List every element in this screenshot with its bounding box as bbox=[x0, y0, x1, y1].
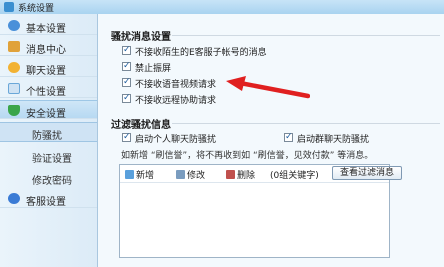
sidebar-item-label: 基本设置 bbox=[26, 24, 66, 35]
option-label: 不接收语音视频请求 bbox=[135, 80, 217, 90]
option-label: 启动个人聊天防骚扰 bbox=[135, 135, 217, 145]
app-icon bbox=[4, 2, 14, 12]
profile-icon bbox=[8, 83, 20, 94]
shield-icon bbox=[8, 105, 20, 116]
window-title: 系统设置 bbox=[18, 4, 55, 14]
option-label: 启动群聊天防骚扰 bbox=[297, 135, 370, 145]
section-title-harassment: 骚扰消息设置 bbox=[111, 32, 171, 43]
sidebar-item-label: 个性设置 bbox=[26, 87, 66, 98]
red-arrow-annotation bbox=[226, 76, 310, 99]
checkbox-block-shake[interactable]: ✓ bbox=[122, 62, 131, 71]
checkbox-block-stranger[interactable]: ✓ bbox=[122, 46, 131, 55]
checkbox-block-av[interactable]: ✓ bbox=[122, 78, 131, 87]
checkbox-personal-filter[interactable]: ✓ bbox=[122, 133, 131, 142]
delete-icon bbox=[226, 170, 235, 179]
sidebar-item-label: 聊天设置 bbox=[26, 66, 66, 77]
add-icon bbox=[125, 170, 134, 179]
settings-icon bbox=[8, 20, 20, 31]
option-label: 不接收远程协助请求 bbox=[135, 96, 217, 106]
sidebar-item-label: 消息中心 bbox=[26, 45, 66, 56]
divider bbox=[172, 123, 440, 124]
sidebar-item-messages[interactable]: 消息中心 bbox=[0, 37, 97, 56]
sidebar-subitem-verification[interactable]: 验证设置 bbox=[0, 146, 97, 166]
sidebar-item-security[interactable]: 安全设置 bbox=[0, 100, 97, 120]
chat-icon bbox=[8, 62, 20, 73]
option-label: 禁止振屏 bbox=[135, 64, 172, 74]
sidebar-item-service[interactable]: 客服设置 bbox=[0, 189, 97, 208]
option-label: 不接收陌生的E客服子帐号的消息 bbox=[135, 48, 267, 58]
view-filtered-messages-button[interactable]: 查看过滤消息 bbox=[332, 166, 402, 180]
edit-icon bbox=[176, 170, 185, 179]
checkbox-group-filter[interactable]: ✓ bbox=[284, 133, 293, 142]
divider bbox=[172, 35, 440, 36]
keyword-count: (0组关键字) bbox=[270, 171, 319, 181]
sidebar: 基本设置 消息中心 聊天设置 个性设置 安全设置 防骚扰 验证设置 修改密码 客… bbox=[0, 14, 98, 267]
section-title-filter: 过滤骚扰信息 bbox=[111, 120, 171, 131]
checkbox-block-remote[interactable]: ✓ bbox=[122, 94, 131, 103]
edit-keyword-button[interactable]: 修改 bbox=[176, 168, 205, 181]
delete-keyword-button[interactable]: 删除 bbox=[226, 168, 255, 181]
mail-icon bbox=[8, 41, 20, 52]
filter-note: 如新增 “刷信誉”，将不再收到如 “刷信誉，见效付款” 等消息。 bbox=[121, 151, 374, 161]
sidebar-item-basic[interactable]: 基本设置 bbox=[0, 16, 97, 35]
sidebar-item-label: 客服设置 bbox=[26, 197, 66, 208]
sidebar-item-chat[interactable]: 聊天设置 bbox=[0, 58, 97, 77]
sidebar-subitem-anti-harassment[interactable]: 防骚扰 bbox=[0, 122, 97, 142]
service-icon bbox=[8, 193, 20, 204]
title-bar: 系统设置 bbox=[0, 0, 444, 15]
sidebar-item-personal[interactable]: 个性设置 bbox=[0, 79, 97, 98]
settings-panel: 骚扰消息设置 ✓ 不接收陌生的E客服子帐号的消息 ✓ 禁止振屏 ✓ 不接收语音视… bbox=[98, 14, 444, 267]
sidebar-subitem-change-password[interactable]: 修改密码 bbox=[0, 168, 97, 188]
add-keyword-button[interactable]: 新增 bbox=[125, 168, 154, 181]
sidebar-item-label: 安全设置 bbox=[26, 109, 66, 120]
